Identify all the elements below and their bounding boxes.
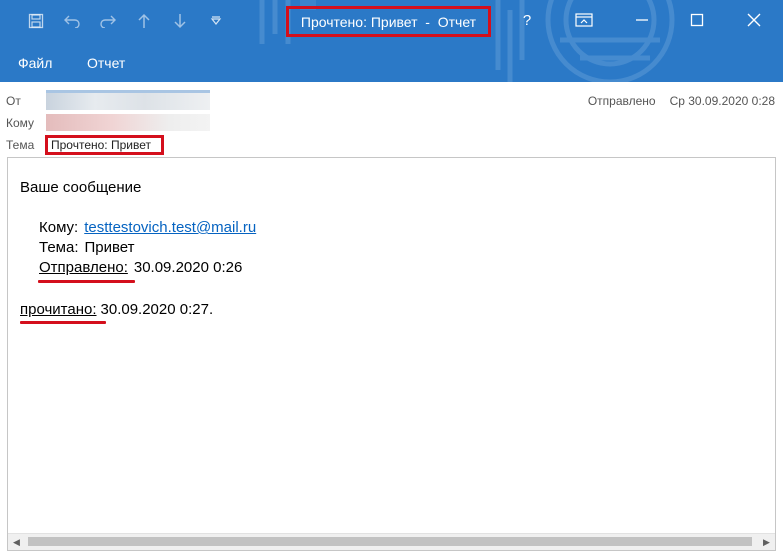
- message-read-line: прочитано: 30.09.2020 0:27.: [20, 301, 213, 318]
- message-sent-line: Отправлено: 30.09.2020 0:26: [39, 259, 242, 276]
- scrollbar-thumb[interactable]: [28, 537, 752, 546]
- maximize-button[interactable]: [677, 0, 717, 40]
- recipient-email-link[interactable]: testtestovich.test@mail.ru: [84, 219, 256, 236]
- to-label: Кому: [6, 116, 35, 130]
- read-highlight-underline: [20, 321, 106, 324]
- message-intro: Ваше сообщение: [20, 179, 142, 196]
- window-title-text: Прочтено: Привет - Отчет: [300, 13, 477, 30]
- up-arrow-icon[interactable]: [126, 10, 162, 32]
- ribbon-display-icon: [575, 13, 593, 27]
- redo-icon[interactable]: [90, 10, 126, 32]
- message-body[interactable]: Ваше сообщение Кому: testtestovich.test@m…: [7, 157, 776, 551]
- message-to-line: Кому: testtestovich.test@mail.ru: [39, 219, 256, 236]
- from-label: От: [6, 94, 21, 108]
- menu-file[interactable]: Файл: [18, 55, 52, 71]
- minimize-icon: [636, 19, 648, 21]
- message-read-label: прочитано:: [20, 301, 97, 318]
- message-subject-line: Тема: Привет: [39, 239, 135, 256]
- help-icon: ?: [522, 11, 532, 29]
- scroll-right-icon[interactable]: ▶: [758, 534, 775, 550]
- message-read-value: 30.09.2020 0:27.: [100, 301, 214, 318]
- close-icon: [747, 13, 761, 27]
- subject-value: Прочтено: Привет: [45, 135, 164, 155]
- save-icon[interactable]: [18, 10, 54, 32]
- to-value-redacted: [46, 114, 210, 131]
- ribbon-display-options-button[interactable]: [564, 0, 604, 40]
- horizontal-scrollbar[interactable]: ◀ ▶: [8, 533, 775, 550]
- quick-access-toolbar: [18, 10, 234, 32]
- sent-info: Отправлено Ср 30.09.2020 0:28: [588, 94, 775, 108]
- maximize-icon: [690, 13, 704, 27]
- minimize-button[interactable]: [622, 0, 662, 40]
- message-to-label: Кому:: [39, 219, 79, 236]
- message-subject-value: Привет: [84, 239, 135, 256]
- customize-dropdown-icon[interactable]: [198, 10, 234, 32]
- down-arrow-icon[interactable]: [162, 10, 198, 32]
- close-button[interactable]: [734, 0, 774, 40]
- sent-highlight-underline: [38, 280, 135, 283]
- message-subject-label: Тема:: [39, 239, 79, 256]
- message-sent-label: Отправлено:: [39, 259, 128, 276]
- subject-value-text: Прочтено: Привет: [51, 138, 151, 152]
- window-title: Прочтено: Привет - Отчет: [286, 6, 491, 37]
- sent-value: Ср 30.09.2020 0:28: [669, 94, 775, 108]
- scroll-left-icon[interactable]: ◀: [8, 534, 25, 550]
- message-sent-value: 30.09.2020 0:26: [133, 259, 243, 276]
- help-button[interactable]: ?: [512, 0, 542, 40]
- from-value-redacted: [46, 90, 210, 110]
- undo-icon[interactable]: [54, 10, 90, 32]
- sent-label: Отправлено: [587, 94, 656, 108]
- menu-report[interactable]: Отчет: [87, 55, 125, 71]
- subject-label: Тема: [6, 138, 35, 152]
